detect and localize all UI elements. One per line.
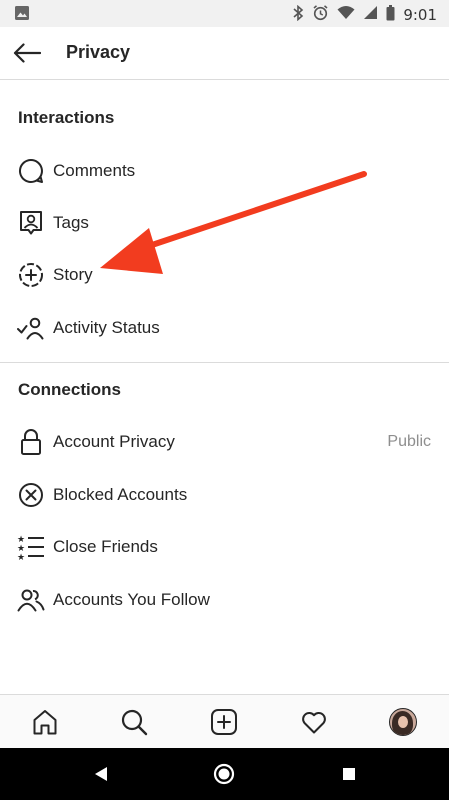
page-title: Privacy	[66, 42, 131, 62]
bluetooth-icon	[292, 4, 304, 26]
app-header: Privacy	[0, 27, 449, 80]
story-plus-icon	[16, 260, 46, 290]
svg-text:★: ★	[17, 553, 25, 560]
menu-item-comments[interactable]: Comments	[0, 148, 449, 194]
account-privacy-value: Public	[387, 433, 431, 450]
people-icon	[16, 585, 46, 615]
alarm-icon	[312, 4, 329, 26]
menu-item-account-privacy[interactable]: Account Privacy Public	[0, 419, 449, 465]
menu-item-label: Comments	[53, 161, 136, 180]
status-bar: 9:01	[0, 0, 449, 27]
menu-item-label: Account Privacy	[53, 432, 175, 451]
nav-recents-icon[interactable]	[337, 762, 361, 786]
section-title-interactions: Interactions	[18, 108, 115, 127]
heart-icon[interactable]	[297, 705, 331, 739]
menu-item-label: Accounts You Follow	[53, 590, 210, 609]
menu-item-label: Close Friends	[53, 537, 158, 556]
menu-item-story[interactable]: Story	[0, 252, 449, 298]
avatar	[389, 708, 417, 736]
nav-back-icon[interactable]	[89, 762, 113, 786]
cell-signal-icon	[363, 5, 378, 25]
profile-avatar[interactable]	[386, 705, 420, 739]
comment-bubble-icon	[16, 156, 46, 186]
status-time: 9:01	[403, 6, 437, 24]
menu-item-accounts-you-follow[interactable]: Accounts You Follow	[0, 577, 449, 623]
menu-item-label: Tags	[53, 213, 89, 232]
menu-item-blocked-accounts[interactable]: Blocked Accounts	[0, 472, 449, 518]
search-icon[interactable]	[117, 705, 151, 739]
menu-item-activity-status[interactable]: Activity Status	[0, 305, 449, 351]
lock-icon	[16, 427, 46, 457]
bottom-tab-bar	[0, 694, 449, 748]
menu-item-label: Blocked Accounts	[53, 485, 188, 504]
android-nav-bar	[0, 748, 449, 800]
section-title-connections: Connections	[18, 380, 121, 399]
activity-status-icon	[16, 313, 46, 343]
new-post-icon[interactable]	[207, 705, 241, 739]
home-icon[interactable]	[28, 705, 62, 739]
gallery-notification-icon	[14, 5, 30, 26]
back-arrow-icon[interactable]	[10, 39, 44, 67]
battery-icon	[386, 4, 395, 26]
menu-item-tags[interactable]: Tags	[0, 200, 449, 246]
wifi-icon	[337, 5, 355, 25]
menu-item-label: Activity Status	[53, 318, 160, 337]
blocked-x-icon	[16, 480, 46, 510]
menu-item-label: Story	[53, 265, 93, 284]
section-divider	[0, 362, 449, 363]
menu-item-close-friends[interactable]: ★ ★ ★ Close Friends	[0, 524, 449, 570]
nav-home-icon[interactable]	[212, 762, 236, 786]
tag-person-icon	[16, 208, 46, 238]
close-friends-list-icon: ★ ★ ★	[16, 532, 46, 562]
